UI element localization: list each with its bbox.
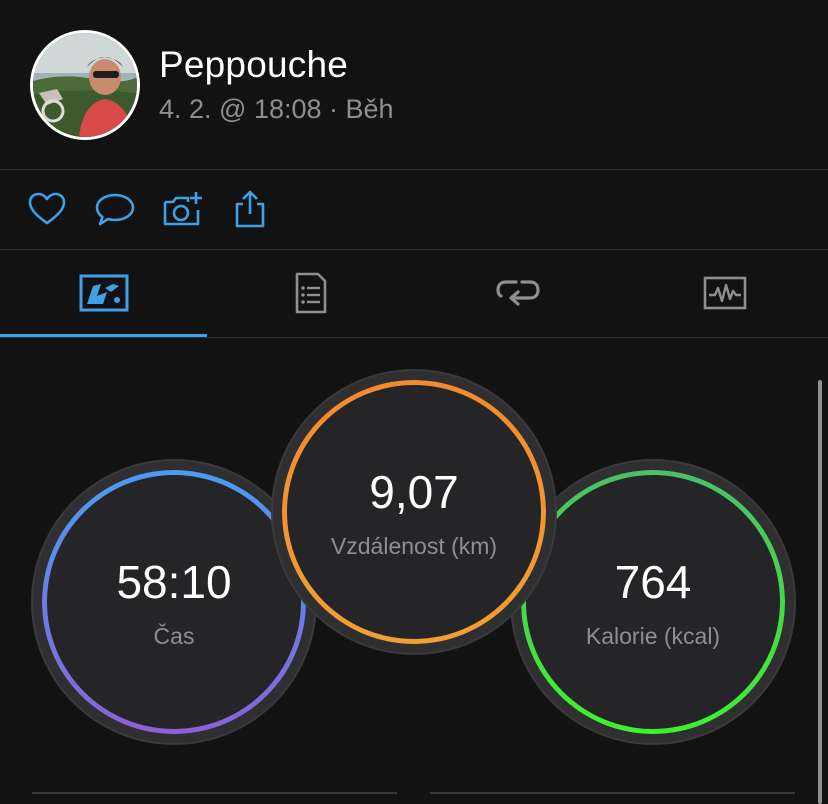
tab-details[interactable] [207, 250, 414, 336]
avatar-photo [33, 33, 137, 137]
add-photo-icon [163, 192, 202, 226]
time-value: 58:10 [116, 555, 232, 608]
details-icon [295, 272, 326, 314]
divider [430, 792, 795, 794]
heart-icon [28, 192, 66, 225]
add-photo-button[interactable] [161, 188, 203, 230]
scrollbar[interactable] [818, 380, 822, 804]
calories-value: 764 [614, 555, 692, 608]
time-label: Čas [153, 622, 195, 649]
distance-label: Vzdálenost (km) [330, 532, 498, 559]
laps-icon [495, 280, 540, 306]
share-icon [235, 190, 265, 228]
divider [0, 337, 828, 338]
activity-screen: Peppouche 4. 2. @ 18:08 · Běh 58:10 Čas … [0, 0, 828, 804]
stat-distance[interactable]: 9,07 Vzdálenost (km) [282, 380, 546, 644]
comment-button[interactable] [94, 188, 136, 230]
activity-meta: 4. 2. @ 18:08 · Běh [159, 94, 394, 124]
share-button[interactable] [229, 188, 271, 230]
divider [32, 792, 397, 794]
tab-stats[interactable] [0, 250, 207, 336]
stats-icon [79, 274, 128, 312]
stat-calories[interactable]: 764 Kalorie (kcal) [521, 470, 785, 734]
stat-time[interactable]: 58:10 Čas [42, 470, 306, 734]
avatar[interactable] [30, 30, 140, 140]
distance-value: 9,07 [369, 465, 459, 518]
calories-label: Kalorie (kcal) [585, 622, 721, 649]
divider [0, 169, 828, 170]
comment-icon [95, 193, 135, 226]
tab-charts[interactable] [621, 250, 828, 336]
like-button[interactable] [26, 188, 68, 230]
charts-icon [703, 276, 746, 310]
tab-laps[interactable] [414, 250, 621, 336]
user-name[interactable]: Peppouche [159, 44, 348, 86]
